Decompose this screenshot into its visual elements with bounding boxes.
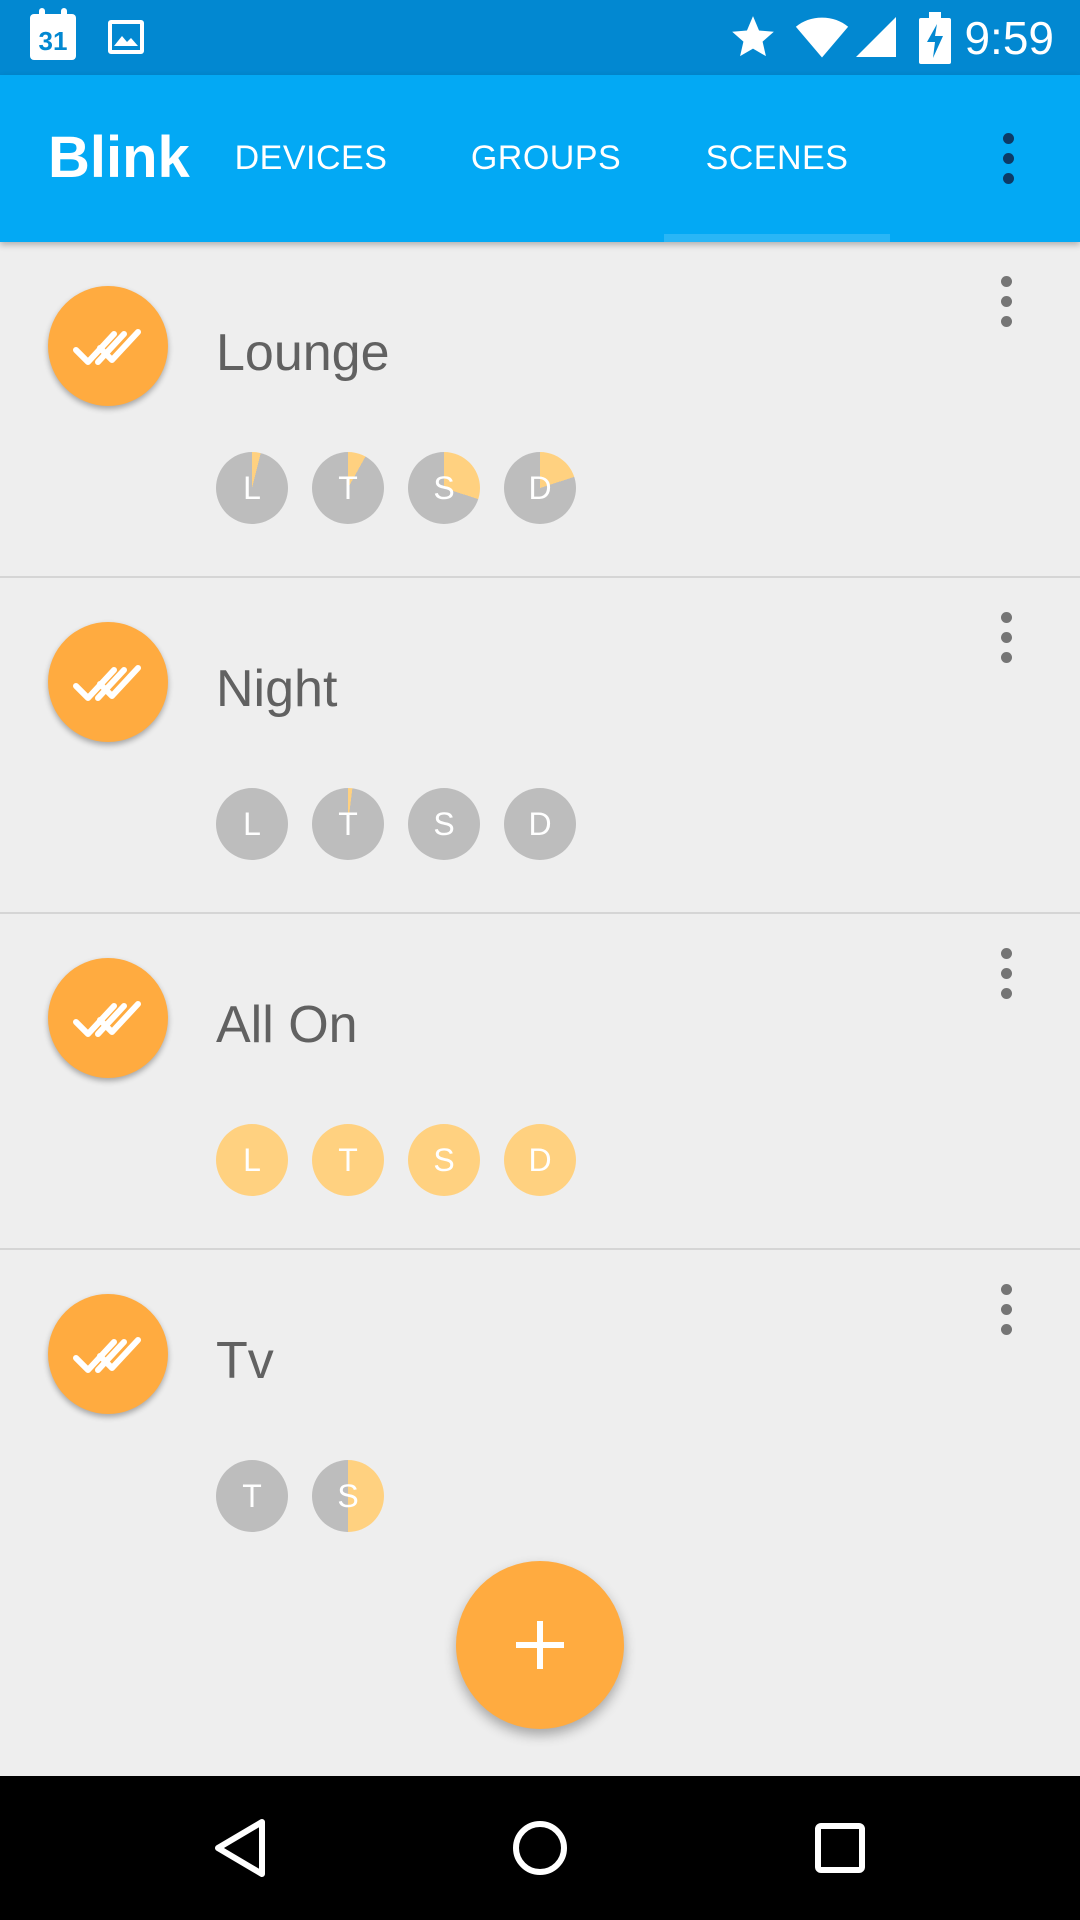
scene-name: Tv bbox=[216, 1332, 274, 1390]
wifi-icon bbox=[795, 17, 849, 58]
device-label: S bbox=[433, 1142, 455, 1178]
device-level-indicator: T bbox=[216, 1460, 288, 1532]
scene-activate-button[interactable] bbox=[48, 286, 168, 406]
scene-name: All On bbox=[216, 996, 358, 1054]
done-all-icon bbox=[73, 1001, 141, 1037]
tab-devices[interactable]: DEVICES bbox=[216, 75, 406, 242]
add-scene-button[interactable] bbox=[456, 1561, 624, 1729]
tab-indicator bbox=[664, 234, 890, 242]
device-label: S bbox=[337, 1478, 359, 1514]
device-level-indicator: L bbox=[216, 452, 288, 524]
device-level-indicator: D bbox=[504, 788, 576, 860]
app-bar: Blink DEVICES GROUPS SCENES bbox=[0, 75, 1080, 242]
device-label: T bbox=[338, 806, 358, 842]
recents-icon[interactable] bbox=[804, 1812, 876, 1884]
navigation-bar bbox=[0, 1776, 1080, 1920]
device-level-indicator: S bbox=[312, 1460, 384, 1532]
signal-icon bbox=[856, 17, 896, 57]
tab-scenes-label: SCENES bbox=[705, 139, 849, 177]
device-label: D bbox=[528, 470, 552, 506]
calendar-icon: 31 bbox=[30, 8, 76, 60]
tab-scenes[interactable]: SCENES bbox=[664, 75, 890, 242]
image-icon bbox=[108, 20, 144, 54]
tab-groups-label: GROUPS bbox=[470, 139, 622, 177]
scene-more-vert-icon[interactable] bbox=[988, 1282, 1028, 1338]
back-icon[interactable] bbox=[204, 1812, 276, 1884]
device-label: T bbox=[338, 470, 358, 506]
star-icon bbox=[732, 16, 774, 57]
scene-activate-button[interactable] bbox=[48, 622, 168, 742]
battery-charging-icon bbox=[919, 12, 951, 64]
scene-activate-button[interactable] bbox=[48, 958, 168, 1078]
status-time: 9:59 bbox=[964, 12, 1054, 64]
device-label: L bbox=[243, 470, 261, 506]
device-label: L bbox=[243, 806, 261, 842]
done-all-icon bbox=[73, 329, 141, 365]
tab-devices-label: DEVICES bbox=[234, 139, 388, 177]
done-all-icon bbox=[73, 665, 141, 701]
scene-name: Night bbox=[216, 660, 338, 718]
device-label: S bbox=[433, 470, 455, 506]
device-level-indicator: S bbox=[408, 1124, 480, 1196]
device-level-indicator: S bbox=[408, 788, 480, 860]
device-level-indicator: L bbox=[216, 1124, 288, 1196]
more-vert-icon[interactable] bbox=[990, 131, 1026, 187]
app-title: Blink bbox=[48, 125, 190, 190]
calendar-day: 31 bbox=[38, 26, 68, 56]
device-level-indicator: L bbox=[216, 788, 288, 860]
home-icon[interactable] bbox=[504, 1812, 576, 1884]
scene-more-vert-icon[interactable] bbox=[988, 610, 1028, 666]
scene-name: Lounge bbox=[216, 324, 390, 382]
scene-card[interactable]: Lounge L T S D bbox=[0, 242, 1080, 578]
scene-more-vert-icon[interactable] bbox=[988, 274, 1028, 330]
status-bar: 31 9:59 bbox=[0, 0, 1080, 75]
scene-more-vert-icon[interactable] bbox=[988, 946, 1028, 1002]
device-level-indicator: T bbox=[312, 452, 384, 524]
scene-activate-button[interactable] bbox=[48, 1294, 168, 1414]
device-level-indicator: T bbox=[312, 1124, 384, 1196]
device-label: L bbox=[243, 1142, 261, 1178]
device-level-indicator: T bbox=[312, 788, 384, 860]
device-level-indicator: D bbox=[504, 452, 576, 524]
device-level-indicator: D bbox=[504, 1124, 576, 1196]
device-label: T bbox=[338, 1142, 358, 1178]
device-label: D bbox=[528, 806, 552, 842]
device-label: S bbox=[433, 806, 455, 842]
device-label: D bbox=[528, 1142, 552, 1178]
tab-groups[interactable]: GROUPS bbox=[440, 75, 652, 242]
device-level-indicator: S bbox=[408, 452, 480, 524]
device-label: T bbox=[242, 1478, 262, 1514]
scene-card[interactable]: Night L T S D bbox=[0, 578, 1080, 914]
scene-card[interactable]: All On L T S D bbox=[0, 914, 1080, 1250]
done-all-icon bbox=[73, 1337, 141, 1373]
